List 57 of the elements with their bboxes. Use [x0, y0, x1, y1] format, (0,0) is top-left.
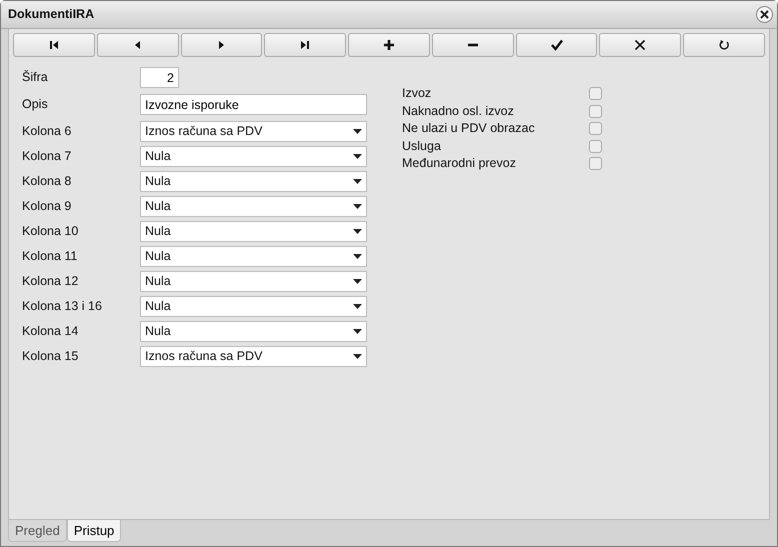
- dropdown[interactable]: Iznos računa sa PDV: [140, 346, 367, 367]
- checkbox[interactable]: [589, 122, 602, 136]
- checkbox[interactable]: [589, 104, 602, 118]
- caret-icon: [353, 229, 362, 234]
- checkmark-icon: [550, 39, 563, 51]
- last-icon: [299, 39, 312, 51]
- field-label: Kolona 12: [22, 273, 80, 290]
- dropdown[interactable]: Iznos računa sa PDV: [140, 121, 367, 142]
- field-label: Kolona 13 i 16: [22, 298, 103, 316]
- checkbox[interactable]: [589, 157, 602, 170]
- caret-icon: [353, 304, 362, 309]
- first-icon: [48, 39, 60, 51]
- caret-icon: [353, 179, 362, 184]
- caret-icon: [353, 154, 362, 159]
- dropdown[interactable]: Nula: [140, 171, 367, 192]
- field-label: Kolona 11: [22, 248, 78, 266]
- dropdown[interactable]: Nula: [140, 146, 367, 167]
- field-label: Kolona 6: [22, 123, 72, 140]
- field-label: Opis: [22, 96, 49, 114]
- caret-icon: [353, 204, 362, 209]
- checkbox[interactable]: [589, 140, 602, 153]
- code-field[interactable]: 2: [140, 67, 179, 88]
- caret-icon: [353, 129, 362, 134]
- plus-icon: [383, 39, 396, 51]
- dropdown[interactable]: Nula: [140, 321, 367, 342]
- close-button[interactable]: [756, 6, 773, 23]
- caret-icon: [353, 254, 362, 259]
- field-label: Kolona 14: [22, 323, 80, 340]
- field-label: Kolona 8: [22, 173, 72, 190]
- dropdown[interactable]: Nula: [140, 246, 367, 267]
- caret-icon: [353, 279, 362, 284]
- checkbox-label: Izvoz: [402, 85, 432, 102]
- checkbox-label: Međunarodni prevoz: [402, 155, 516, 172]
- window-title: DokumentiIRA: [8, 6, 94, 24]
- close-icon: [760, 10, 769, 19]
- refresh-icon: [718, 39, 730, 51]
- checkbox[interactable]: [589, 87, 602, 100]
- caret-icon: [353, 329, 362, 334]
- dropdown[interactable]: Nula: [140, 271, 367, 292]
- cancel-icon: [634, 39, 646, 51]
- toolbar-button[interactable]: [348, 33, 430, 57]
- dropdown[interactable]: Nula: [140, 196, 367, 217]
- caret-icon: [353, 354, 362, 359]
- checkbox-label: Usluga: [402, 138, 441, 155]
- field-label: Kolona 10: [22, 223, 80, 240]
- field-label: Šifra: [22, 69, 49, 86]
- checkbox-label: Naknadno osl. izvoz: [402, 102, 514, 120]
- tab[interactable]: Pristup: [66, 520, 122, 542]
- field-label: Kolona 15: [22, 348, 80, 366]
- field-label: Kolona 9: [22, 198, 72, 216]
- description-field[interactable]: Izvozne isporuke: [140, 94, 367, 115]
- dropdown[interactable]: Nula: [140, 296, 367, 317]
- dropdown[interactable]: Nula: [140, 221, 367, 242]
- tab[interactable]: Pregled: [8, 520, 67, 542]
- field-label: Kolona 7: [22, 148, 72, 166]
- checkbox-label: Ne ulazi u PDV obrazac: [402, 120, 535, 138]
- toolbar-button[interactable]: [599, 33, 682, 57]
